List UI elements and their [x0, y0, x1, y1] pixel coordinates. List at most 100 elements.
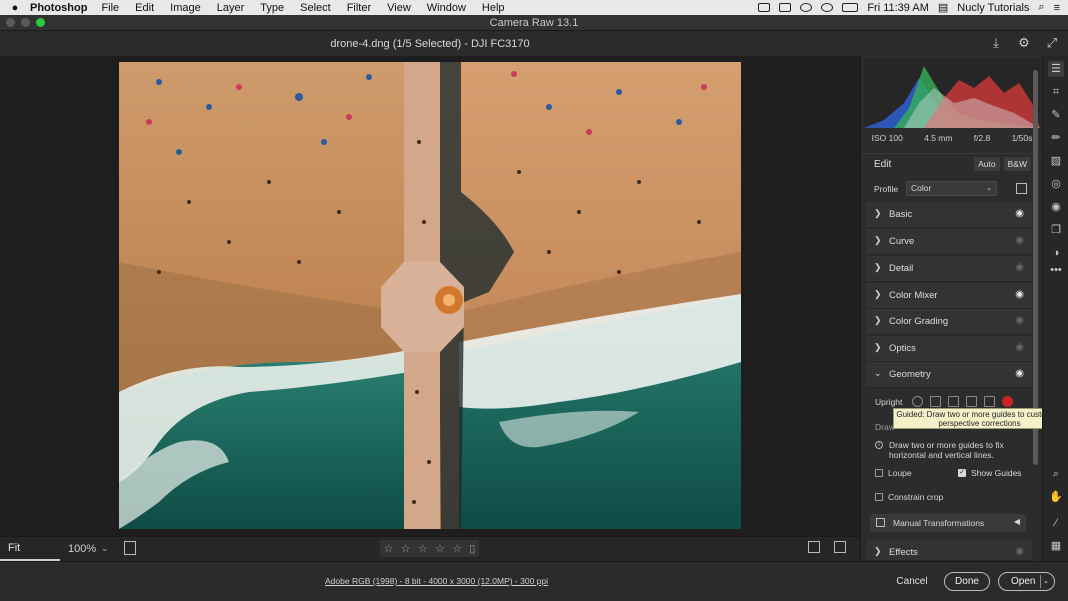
menu-view[interactable]: View [387, 2, 411, 14]
spotlight-search-icon[interactable]: ⌕ [1038, 1, 1044, 14]
radial-filter-icon[interactable]: ◎ [1048, 176, 1064, 192]
section-title: Optics [889, 343, 916, 354]
user-name[interactable]: Nucly Tutorials [957, 2, 1029, 14]
panel-scrollbar[interactable] [1032, 70, 1039, 540]
constrain-crop-toggle[interactable]: Constrain crop [875, 492, 943, 502]
section-detail[interactable]: ❯ Detail ◉ [866, 256, 1032, 282]
guided-info-text: Draw two or more guides to fix horizonta… [889, 440, 1004, 460]
snapshots-icon[interactable]: ❐ [1048, 222, 1064, 238]
eye-icon[interactable]: ◉ [1015, 315, 1024, 326]
open-options-icon[interactable]: ⌄ [1040, 575, 1051, 588]
menu-layer[interactable]: Layer [217, 2, 245, 14]
more-icon[interactable]: ••• [1048, 262, 1064, 278]
wifi-icon[interactable] [821, 3, 834, 12]
menu-file[interactable]: File [101, 2, 119, 14]
section-effects[interactable]: ❯ Effects ◉ [866, 540, 1032, 561]
workflow-options-link[interactable]: Adobe RGB (1998) - 8 bit - 4000 x 3000 (… [325, 576, 548, 586]
section-color-mixer[interactable]: ❯ Color Mixer ◉ [866, 283, 1032, 309]
zoom-100-button[interactable]: 100% [68, 543, 96, 555]
before-after-icon[interactable] [834, 541, 846, 553]
healing-icon[interactable]: ✎ [1048, 107, 1064, 123]
star-icon[interactable]: ☆ [384, 542, 394, 555]
eye-icon[interactable]: ◉ [1015, 208, 1024, 219]
presets-icon[interactable]: ◑ [1048, 245, 1064, 261]
eye-icon[interactable]: ◉ [1015, 262, 1024, 273]
done-button[interactable]: Done [944, 572, 990, 591]
chevron-down-icon: ⌄ [986, 185, 992, 192]
manual-transformations-header[interactable]: Manual Transformations ◀ [870, 514, 1026, 532]
menu-filter[interactable]: Filter [347, 2, 371, 14]
section-basic[interactable]: ❯ Basic ◉ [866, 202, 1032, 228]
image-canvas[interactable] [0, 56, 860, 536]
star-icon[interactable]: ☆ [435, 542, 445, 555]
battery-icon[interactable] [842, 3, 859, 12]
upright-auto-icon[interactable] [930, 396, 942, 407]
section-geometry[interactable]: ⌄ Geometry ◉ [866, 362, 1032, 388]
upright-level-icon[interactable] [948, 396, 960, 407]
grid-icon[interactable]: ▦ [1048, 538, 1064, 554]
upright-vertical-icon[interactable] [966, 396, 978, 407]
app-menu[interactable]: Photoshop [30, 2, 87, 14]
creative-cloud-icon[interactable] [800, 3, 813, 12]
loupe-toggle[interactable]: Loupe [875, 468, 912, 478]
zoom-icon[interactable]: ⌕ [1048, 466, 1064, 482]
eyedropper-icon[interactable]: ⁄ [1048, 515, 1064, 531]
brush-icon[interactable]: ✏ [1048, 130, 1064, 146]
upright-full-icon[interactable] [984, 396, 996, 407]
eye-icon[interactable]: ◉ [1015, 289, 1024, 300]
show-guides-checkbox[interactable]: ✓ [958, 469, 966, 477]
constrain-crop-checkbox[interactable] [875, 493, 883, 501]
eye-icon[interactable]: ◉ [1015, 546, 1024, 557]
black-white-button[interactable]: B&W [1003, 157, 1031, 171]
menu-help[interactable]: Help [482, 2, 505, 14]
screen-record-icon[interactable] [758, 3, 771, 12]
profile-browser-icon[interactable] [1016, 183, 1027, 194]
apple-icon[interactable]: ● [0, 2, 30, 14]
star-icon[interactable]: ☆ [452, 542, 462, 555]
crop-icon[interactable]: ⌗ [1048, 84, 1064, 100]
section-optics[interactable]: ❯ Optics ◉ [866, 336, 1032, 362]
graduated-filter-icon[interactable]: ▨ [1048, 153, 1064, 169]
control-center-icon[interactable]: ≡ [1054, 2, 1060, 14]
loupe-checkbox[interactable] [875, 469, 883, 477]
edit-sliders-icon[interactable]: ☰ [1048, 61, 1064, 77]
menu-select[interactable]: Select [300, 2, 331, 14]
menu-edit[interactable]: Edit [135, 2, 154, 14]
settings-gear-icon[interactable]: ⚙ [1016, 35, 1032, 51]
menu-type[interactable]: Type [260, 2, 284, 14]
star-icon[interactable]: ☆ [401, 542, 411, 555]
section-color-grading[interactable]: ❯ Color Grading ◉ [866, 309, 1032, 335]
display-icon[interactable] [779, 3, 792, 12]
exif-info: ISO 100 4.5 mm f/2.8 1/50s [861, 133, 1043, 149]
show-guides-toggle[interactable]: ✓ Show Guides [958, 468, 1022, 478]
hand-icon[interactable]: ✋ [1048, 489, 1064, 505]
cancel-button[interactable]: Cancel [890, 573, 934, 590]
upright-off-icon[interactable] [912, 396, 924, 407]
eye-icon[interactable]: ◉ [1015, 342, 1024, 353]
menu-window[interactable]: Window [427, 2, 466, 14]
auto-button[interactable]: Auto [974, 157, 1000, 171]
save-image-icon[interactable]: ⤓ [988, 35, 1004, 51]
menu-image[interactable]: Image [170, 2, 201, 14]
zoom-dropdown-icon[interactable]: ⌄ [101, 543, 109, 554]
eye-icon[interactable]: ◉ [1015, 368, 1024, 379]
profile-select[interactable]: Color ⌄ [906, 181, 997, 196]
star-icon[interactable]: ☆ [418, 542, 428, 555]
scrollbar-thumb[interactable] [1033, 70, 1038, 465]
zoom-fit-button[interactable]: Fit (46.6%) [0, 537, 60, 576]
upright-guided-icon[interactable] [1002, 396, 1014, 407]
section-title: Detail [889, 263, 914, 274]
toggle-view-icon[interactable] [808, 541, 820, 553]
drone-beach-photo[interactable] [119, 62, 741, 529]
trash-icon[interactable]: ▯ [469, 542, 475, 555]
section-curve[interactable]: ❯ Curve ◉ [866, 229, 1032, 255]
flag-icon[interactable]: ▤ [938, 1, 948, 14]
filmstrip-toggle-icon[interactable] [124, 541, 136, 555]
eye-icon[interactable]: ◉ [1015, 235, 1024, 246]
clock[interactable]: Fri 11:39 AM [867, 2, 929, 14]
collapse-arrow-icon[interactable]: ◀ [1014, 517, 1020, 526]
red-eye-icon[interactable]: ◉ [1048, 199, 1064, 215]
open-button[interactable]: Open ⌄ [998, 572, 1055, 591]
iso-value: ISO 100 [871, 133, 903, 143]
fullscreen-icon[interactable]: ⤢ [1044, 35, 1060, 51]
